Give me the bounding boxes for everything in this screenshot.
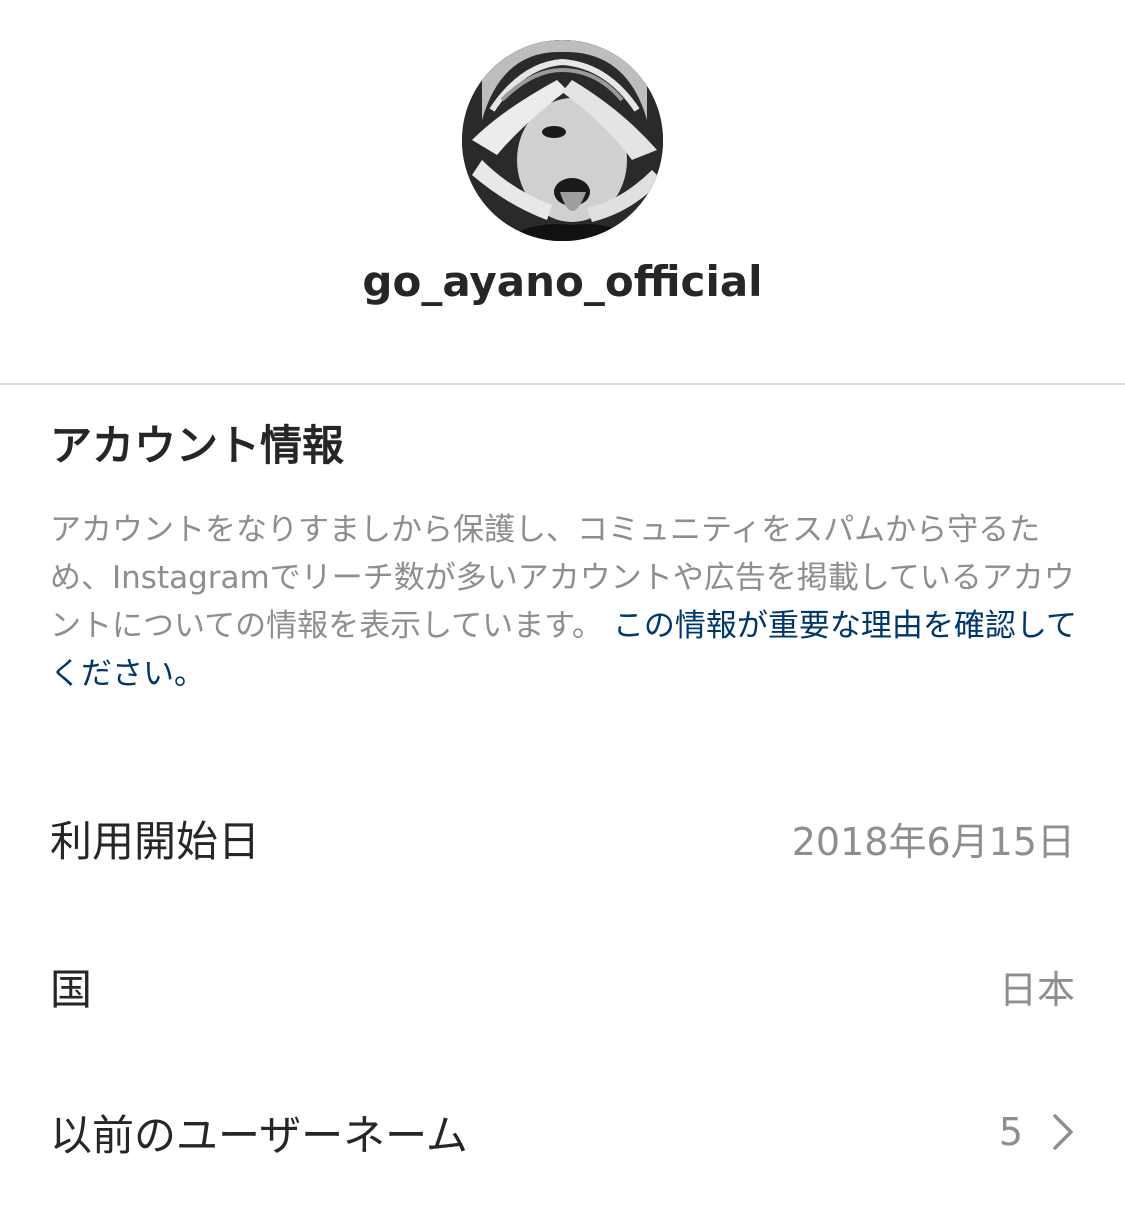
profile-header: go_ayano_official — [0, 0, 1125, 384]
profile-photo-icon — [462, 40, 663, 241]
divider — [0, 383, 1125, 385]
avatar[interactable] — [462, 40, 663, 241]
start-date-value: 2018年6月15日 — [791, 819, 1075, 864]
chevron-right-icon — [1053, 1114, 1073, 1150]
start-date-label: 利用開始日 — [50, 816, 261, 866]
account-info-description: アカウントをなりすましから保護し、コミュニティをスパムから守るため、Instag… — [50, 506, 1080, 698]
section-title: アカウント情報 — [50, 421, 345, 470]
country-value: 日本 — [998, 967, 1075, 1012]
previous-usernames-row[interactable]: 以前のユーザーネーム 5 — [50, 1097, 1075, 1167]
previous-usernames-count: 5 — [998, 1110, 1023, 1154]
country-row: 国 日本 — [50, 951, 1075, 1021]
previous-usernames-label: 以前のユーザーネーム — [50, 1110, 468, 1160]
username: go_ayano_official — [362, 257, 763, 306]
previous-usernames-value-group: 5 — [999, 1110, 1075, 1154]
country-label: 国 — [50, 964, 93, 1014]
start-date-row: 利用開始日 2018年6月15日 — [50, 803, 1075, 873]
